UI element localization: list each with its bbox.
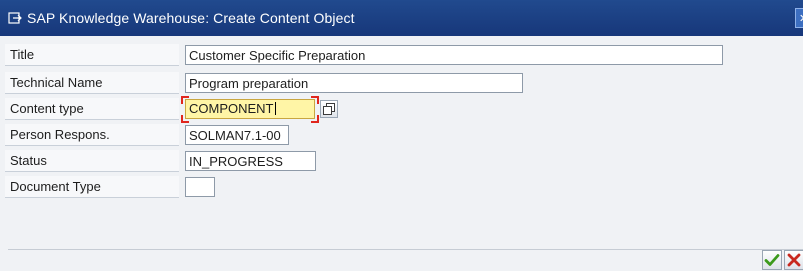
technical-name-field[interactable] xyxy=(185,73,523,93)
status-label: Status xyxy=(5,150,179,172)
title-field[interactable] xyxy=(185,45,723,65)
create-content-object-dialog: SAP Knowledge Warehouse: Create Content … xyxy=(0,0,803,271)
footer-divider xyxy=(8,249,803,250)
content-type-row: Content type COMPONENT xyxy=(0,96,803,123)
document-type-row: Document Type xyxy=(0,176,803,200)
technical-name-row: Technical Name xyxy=(0,72,803,96)
person-responsible-field[interactable] xyxy=(185,125,289,145)
cancel-button[interactable] xyxy=(784,250,803,270)
status-row: Status xyxy=(0,150,803,174)
person-responsible-label: Person Respons. xyxy=(5,124,179,146)
content-type-field[interactable]: COMPONENT xyxy=(185,99,315,119)
technical-name-label: Technical Name xyxy=(5,72,179,94)
close-icon[interactable]: ✕ xyxy=(795,8,803,28)
document-type-field[interactable] xyxy=(185,177,215,197)
dialog-title: SAP Knowledge Warehouse: Create Content … xyxy=(27,10,355,26)
checkmark-icon xyxy=(764,254,780,266)
text-cursor xyxy=(274,102,276,115)
confirm-button[interactable] xyxy=(762,250,782,270)
title-label: Title xyxy=(5,44,179,66)
content-type-value: COMPONENT xyxy=(189,101,274,116)
cross-icon xyxy=(787,253,801,267)
document-type-label: Document Type xyxy=(5,176,179,198)
title-row: Title xyxy=(0,44,803,68)
person-responsible-row: Person Respons. xyxy=(0,124,803,148)
sap-window-icon xyxy=(8,11,22,25)
dialog-titlebar: SAP Knowledge Warehouse: Create Content … xyxy=(0,0,803,36)
content-type-label: Content type xyxy=(5,98,179,120)
value-help-icon[interactable] xyxy=(320,100,338,118)
status-field[interactable] xyxy=(185,151,316,171)
